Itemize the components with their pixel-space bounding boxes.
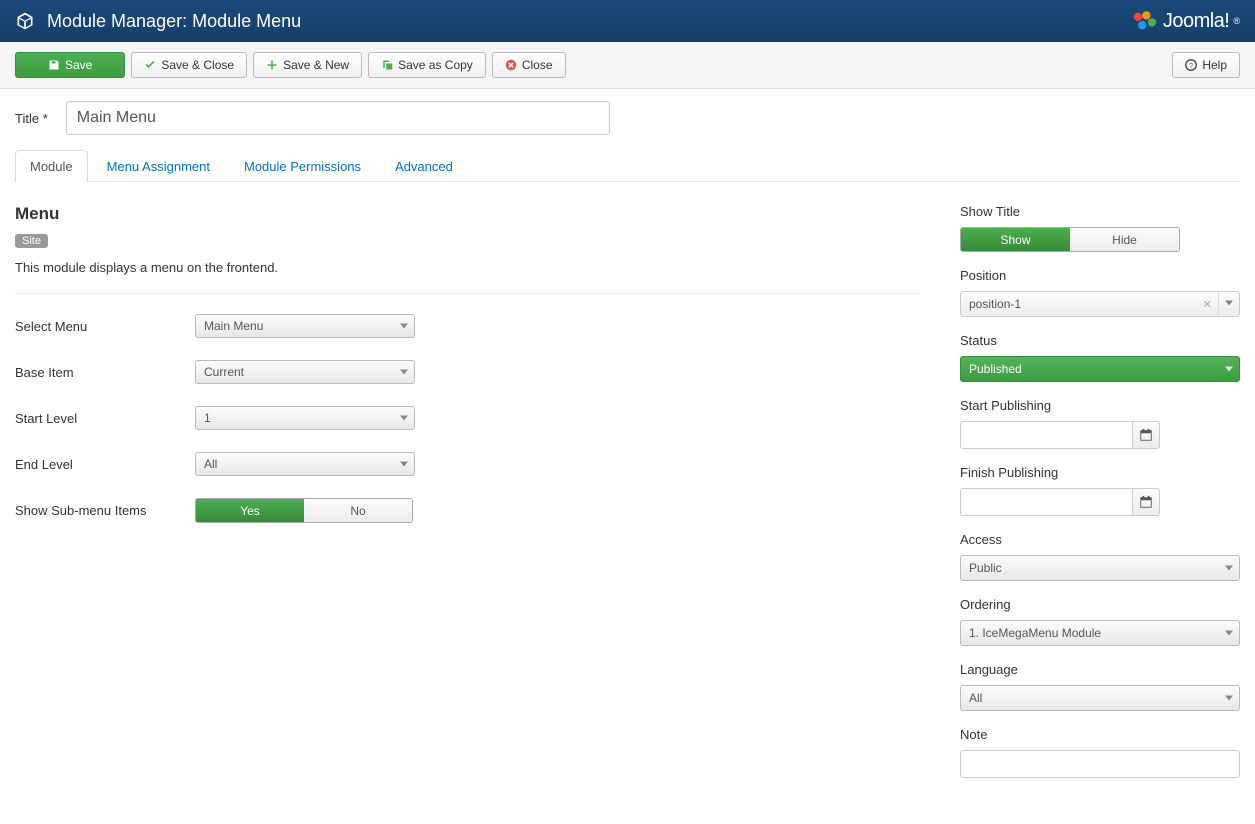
tab-menu-assignment[interactable]: Menu Assignment	[92, 150, 225, 182]
end-level-label: End Level	[15, 457, 195, 472]
cube-icon	[15, 11, 35, 31]
show-option[interactable]: Show	[961, 228, 1070, 251]
details-panel: Show Title Show Hide Position position-1…	[960, 204, 1240, 794]
check-icon	[144, 59, 156, 71]
show-title-toggle[interactable]: Show Hide	[960, 227, 1180, 252]
ordering-label: Ordering	[960, 597, 1240, 612]
end-level-dropdown[interactable]: All	[195, 452, 415, 476]
finish-publishing-calendar-button[interactable]	[1133, 488, 1160, 516]
tab-module[interactable]: Module	[15, 150, 88, 182]
close-button[interactable]: Close	[492, 52, 566, 78]
toggle-yes[interactable]: Yes	[196, 499, 304, 522]
page-title: Module Manager: Module Menu	[47, 11, 301, 32]
toolbar: Save Save & Close Save & New Save as Cop…	[0, 42, 1255, 89]
module-heading: Menu	[15, 204, 920, 224]
position-combobox[interactable]: position-1 ✕	[960, 291, 1240, 317]
plus-icon	[266, 59, 278, 71]
base-item-label: Base Item	[15, 365, 195, 380]
svg-text:?: ?	[1189, 61, 1193, 70]
start-level-label: Start Level	[15, 411, 195, 426]
save-close-button[interactable]: Save & Close	[131, 52, 247, 78]
module-description: This module displays a menu on the front…	[15, 260, 920, 275]
module-panel: Menu Site This module displays a menu on…	[15, 204, 920, 794]
base-item-dropdown[interactable]: Current	[195, 360, 415, 384]
help-icon: ?	[1185, 59, 1197, 71]
save-new-button[interactable]: Save & New	[253, 52, 362, 78]
finish-publishing-label: Finish Publishing	[960, 465, 1240, 480]
joomla-logo: Joomla! ®	[1131, 9, 1240, 33]
show-title-label: Show Title	[960, 204, 1240, 219]
save-button[interactable]: Save	[15, 52, 125, 78]
app-header: Module Manager: Module Menu Joomla! ®	[0, 0, 1255, 42]
select-menu-dropdown[interactable]: Main Menu	[195, 314, 415, 338]
joomla-swirl-icon	[1131, 9, 1159, 33]
brand-text: Joomla!	[1163, 10, 1230, 33]
note-input[interactable]	[960, 750, 1240, 778]
help-button[interactable]: ? Help	[1172, 52, 1240, 78]
start-publishing-calendar-button[interactable]	[1133, 421, 1160, 449]
copy-icon	[381, 59, 393, 71]
tab-module-permissions[interactable]: Module Permissions	[229, 150, 376, 182]
ordering-dropdown[interactable]: 1. IceMegaMenu Module	[960, 620, 1240, 646]
calendar-icon	[1139, 495, 1153, 509]
start-publishing-input[interactable]	[960, 421, 1133, 449]
clear-icon[interactable]: ✕	[1197, 298, 1218, 311]
calendar-icon	[1139, 428, 1153, 442]
title-label: Title *	[15, 111, 48, 126]
hide-option[interactable]: Hide	[1070, 228, 1179, 251]
finish-publishing-input[interactable]	[960, 488, 1133, 516]
show-submenu-toggle[interactable]: Yes No	[195, 498, 413, 523]
status-label: Status	[960, 333, 1240, 348]
position-label: Position	[960, 268, 1240, 283]
note-label: Note	[960, 727, 1240, 742]
status-dropdown[interactable]: Published	[960, 356, 1240, 382]
save-copy-button[interactable]: Save as Copy	[368, 52, 486, 78]
cancel-icon	[505, 59, 517, 71]
access-label: Access	[960, 532, 1240, 547]
tab-advanced[interactable]: Advanced	[380, 150, 468, 182]
select-menu-label: Select Menu	[15, 319, 195, 334]
toggle-no[interactable]: No	[304, 499, 412, 522]
language-dropdown[interactable]: All	[960, 685, 1240, 711]
language-label: Language	[960, 662, 1240, 677]
start-level-dropdown[interactable]: 1	[195, 406, 415, 430]
title-input[interactable]	[66, 101, 610, 135]
site-badge: Site	[15, 234, 48, 248]
start-publishing-label: Start Publishing	[960, 398, 1240, 413]
apply-icon	[48, 59, 60, 71]
access-dropdown[interactable]: Public	[960, 555, 1240, 581]
show-submenu-label: Show Sub-menu Items	[15, 503, 195, 518]
tab-bar: Module Menu Assignment Module Permission…	[15, 149, 1240, 182]
